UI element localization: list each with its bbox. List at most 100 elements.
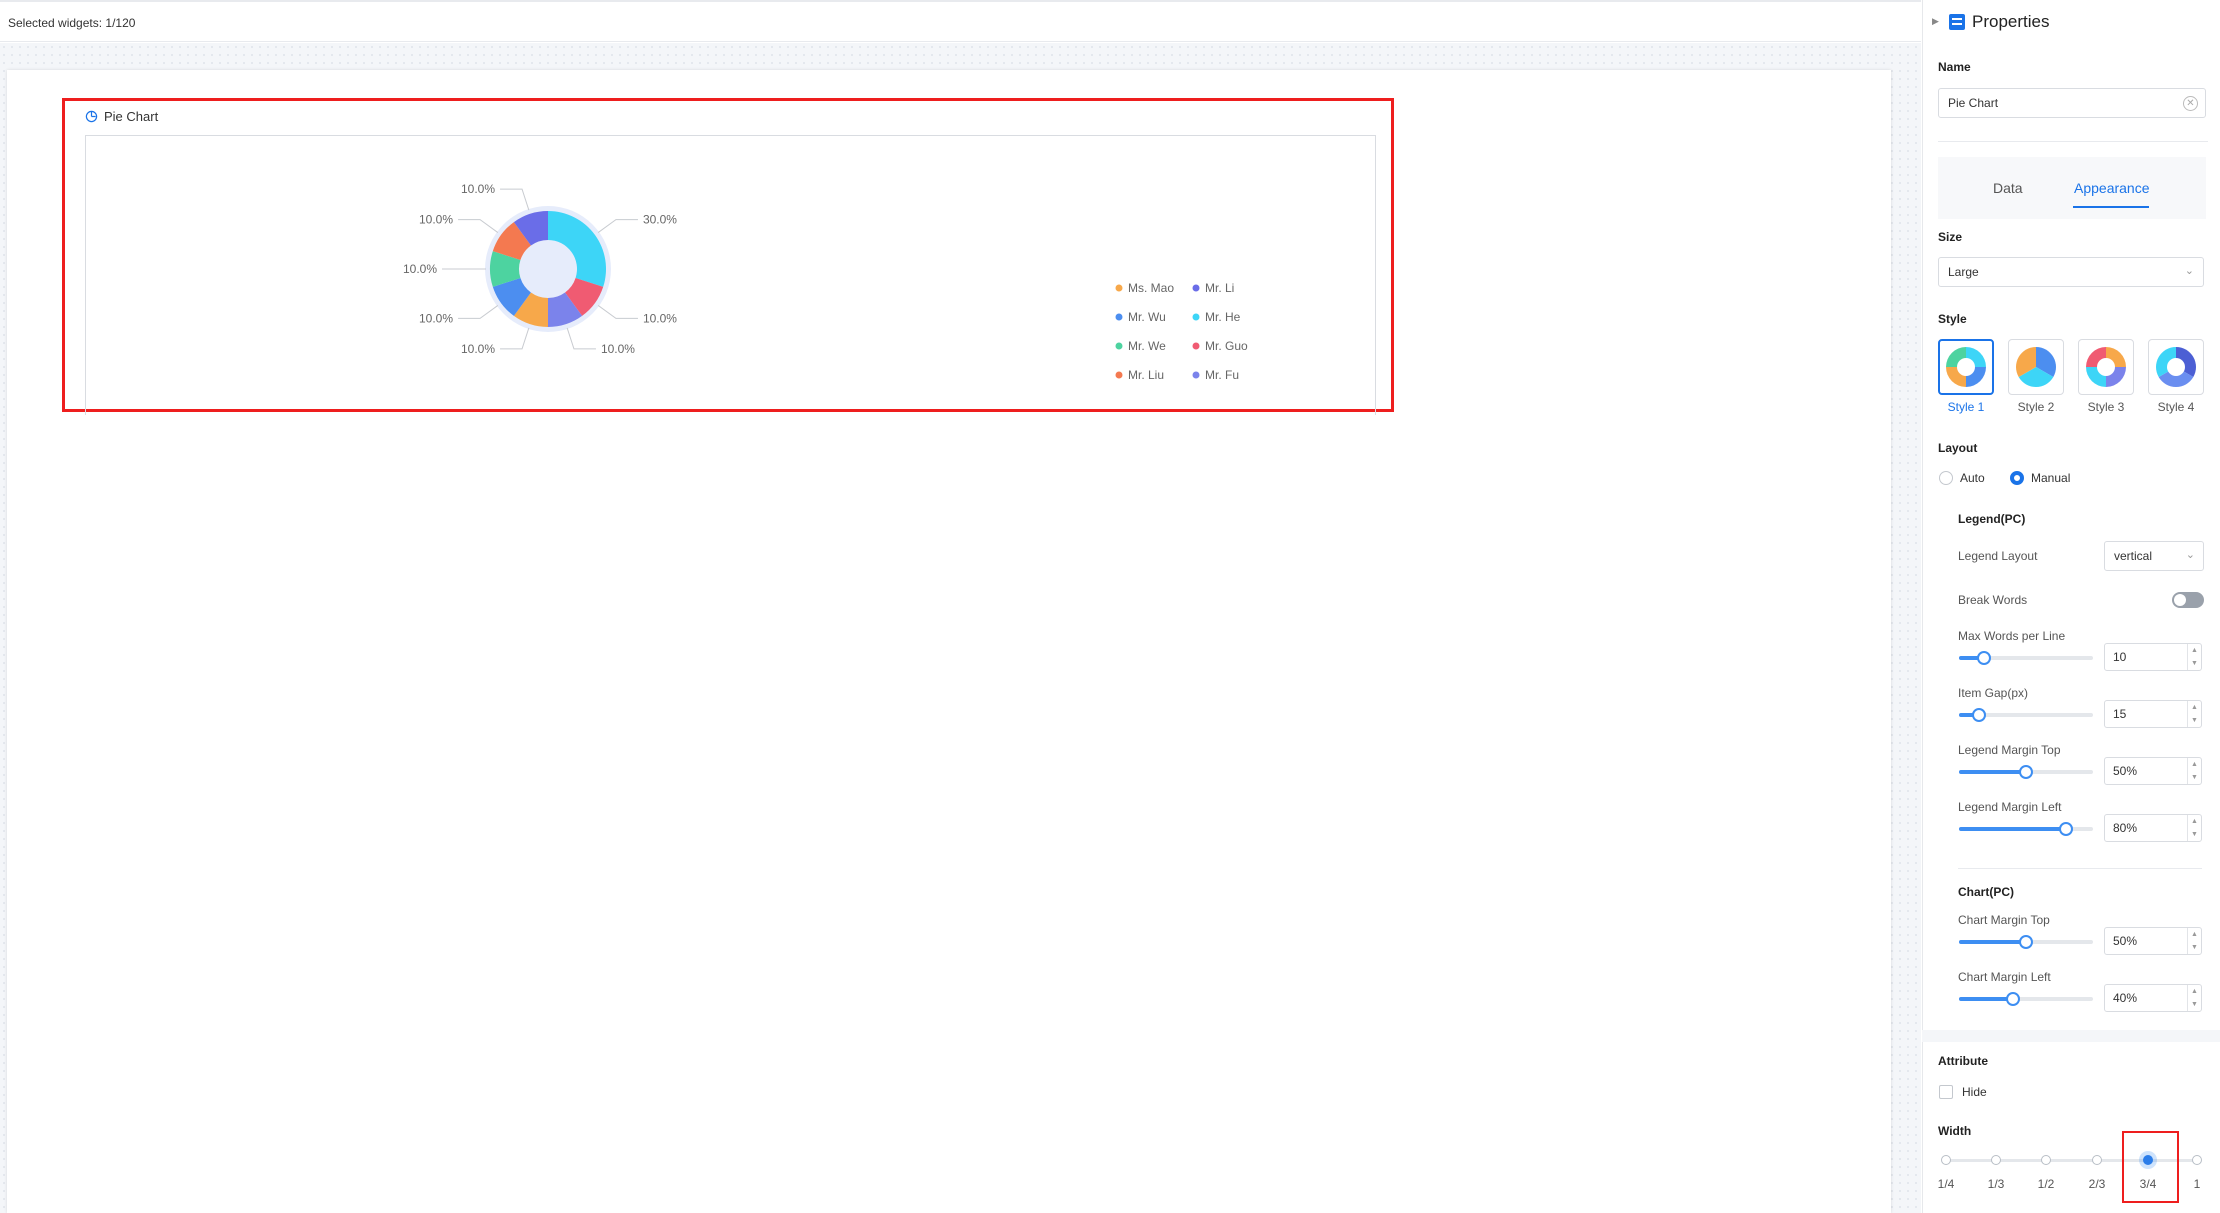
- break-words-toggle[interactable]: [2172, 592, 2204, 608]
- slider-thumb[interactable]: [1972, 708, 1987, 722]
- legend-dot: [1115, 342, 1123, 350]
- pie-label-line: [458, 219, 499, 233]
- slider-label: Legend Margin Top: [1958, 743, 2061, 757]
- tab-appearance[interactable]: Appearance: [2074, 180, 2150, 196]
- chevron-down-icon: ⌄: [2185, 549, 2195, 561]
- slider-fill: [1959, 770, 2026, 774]
- style-option-1[interactable]: [1938, 339, 1994, 395]
- hide-checkbox[interactable]: [1939, 1085, 1953, 1099]
- stepper-icon[interactable]: ▲ ▼: [2187, 758, 2201, 784]
- legend-item[interactable]: Mr. Fu: [1192, 368, 1240, 382]
- hide-label[interactable]: Hide: [1962, 1085, 1987, 1099]
- pie-data-label: 10.0%: [461, 342, 495, 356]
- slider-track[interactable]: [1959, 765, 2093, 779]
- legend-label: Mr. Fu: [1205, 368, 1239, 382]
- slider-track[interactable]: [1959, 651, 2093, 665]
- number-input[interactable]: 50% ▲ ▼: [2104, 757, 2202, 785]
- legend-layout-value: vertical: [2114, 549, 2153, 563]
- stepper-icon[interactable]: ▲ ▼: [2187, 815, 2201, 841]
- slider-label: Item Gap(px): [1958, 686, 2029, 700]
- width-selection-highlight: [2122, 1131, 2179, 1203]
- number-input[interactable]: 15 ▲ ▼: [2104, 700, 2202, 728]
- width-stop-label: 1/2: [2037, 1177, 2055, 1191]
- width-stop-1-2[interactable]: [2041, 1155, 2051, 1165]
- slider-label: Max Words per Line: [1958, 629, 2066, 643]
- radio-auto-label[interactable]: Auto: [1960, 471, 1985, 485]
- number-input[interactable]: 50% ▲ ▼: [2104, 927, 2202, 955]
- name-input[interactable]: Pie Chart ✕: [1938, 88, 2206, 118]
- tab-data[interactable]: Data: [1993, 180, 2023, 196]
- number-input-value: 80%: [2113, 821, 2138, 835]
- legend-item[interactable]: Mr. Wu: [1115, 310, 1166, 324]
- stepper-icon[interactable]: ▲ ▼: [2187, 985, 2201, 1011]
- pie-label-line: [500, 327, 530, 350]
- legend-item[interactable]: Mr. Liu: [1115, 368, 1165, 382]
- style-option-4[interactable]: [2148, 339, 2204, 395]
- width-label: Width: [1938, 1124, 1972, 1138]
- properties-icon: [1949, 14, 1965, 30]
- width-stop-1-3[interactable]: [1991, 1155, 2001, 1165]
- width-stop-label: 1: [2193, 1177, 2201, 1191]
- width-stop-1[interactable]: [2192, 1155, 2202, 1165]
- legend-item[interactable]: Ms. Mao: [1115, 281, 1175, 295]
- pie-label-line: [597, 219, 638, 233]
- width-stop-2-3[interactable]: [2092, 1155, 2102, 1165]
- style-preview-icon: [2156, 347, 2196, 387]
- number-input[interactable]: 40% ▲ ▼: [2104, 984, 2202, 1012]
- slider-thumb[interactable]: [2019, 765, 2033, 779]
- style-option-2[interactable]: [2008, 339, 2064, 395]
- style-option-label: Style 3: [2087, 400, 2125, 414]
- size-select[interactable]: Large ⌄: [1938, 257, 2204, 287]
- radio-auto[interactable]: [1939, 471, 1953, 485]
- legend-label: Mr. Wu: [1128, 310, 1166, 324]
- legend-item[interactable]: Mr. He: [1192, 310, 1241, 324]
- stepper-icon[interactable]: ▲ ▼: [2187, 644, 2201, 670]
- number-input[interactable]: 80% ▲ ▼: [2104, 814, 2202, 842]
- tab-bar: [1938, 157, 2206, 219]
- clear-icon[interactable]: ✕: [2183, 96, 2198, 111]
- width-stop-label: 2/3: [2088, 1177, 2106, 1191]
- legend-item[interactable]: Mr. Li: [1192, 281, 1235, 295]
- width-stop-1-4[interactable]: [1941, 1155, 1951, 1165]
- divider: [1958, 868, 2202, 869]
- radio-manual[interactable]: [2010, 471, 2024, 485]
- pie-data-label: 10.0%: [419, 311, 453, 325]
- style-option-label: Style 2: [2017, 400, 2055, 414]
- pie-data-label: 10.0%: [643, 311, 677, 325]
- slider-thumb[interactable]: [2019, 935, 2033, 949]
- style-option-3[interactable]: [2078, 339, 2134, 395]
- style-label: Style: [1938, 312, 1967, 326]
- collapse-chevron-icon[interactable]: ▶: [1932, 16, 1939, 27]
- name-label: Name: [1938, 60, 1971, 74]
- break-words-label: Break Words: [1958, 593, 2028, 607]
- panel-title: Properties: [1972, 12, 2050, 31]
- slider-fill: [1959, 940, 2026, 944]
- width-stop-label: 1/4: [1937, 1177, 1955, 1191]
- legend-item[interactable]: Mr. We: [1115, 339, 1167, 353]
- stepper-icon[interactable]: ▲ ▼: [2187, 701, 2201, 727]
- slider-track[interactable]: [1959, 822, 2093, 836]
- number-input-value: 50%: [2113, 764, 2138, 778]
- divider: [1938, 141, 2208, 142]
- slider-thumb[interactable]: [2005, 992, 2020, 1006]
- legend-layout-label: Legend Layout: [1958, 549, 2038, 563]
- legend-dot: [1115, 284, 1123, 292]
- radio-manual-label[interactable]: Manual: [2031, 471, 2070, 485]
- slider-track[interactable]: [1959, 992, 2093, 1006]
- slider-label: Chart Margin Left: [1958, 970, 2051, 984]
- number-input[interactable]: 10 ▲ ▼: [2104, 643, 2202, 671]
- pie-data-label: 10.0%: [601, 342, 635, 356]
- legend-layout-select[interactable]: vertical ⌄: [2104, 541, 2204, 571]
- number-input-value: 40%: [2113, 991, 2138, 1005]
- legend-label: Mr. Guo: [1205, 339, 1248, 353]
- legend-item[interactable]: Mr. Guo: [1192, 339, 1249, 353]
- legend-label: Mr. Liu: [1128, 368, 1164, 382]
- pie-chart-widget[interactable]: Pie Chart 30.0% 10.0% 10.0% 10.0% 10.0% 10.0%…: [62, 98, 1394, 415]
- top-toolbar: Selected widgets: 1/120: [0, 0, 1921, 42]
- slider-track[interactable]: [1959, 935, 2093, 949]
- number-input-value: 15: [2113, 707, 2127, 721]
- chart-section-title: Chart(PC): [1958, 885, 2014, 899]
- number-input-value: 10: [2113, 650, 2127, 664]
- stepper-icon[interactable]: ▲ ▼: [2187, 928, 2201, 954]
- slider-track[interactable]: [1959, 708, 2093, 722]
